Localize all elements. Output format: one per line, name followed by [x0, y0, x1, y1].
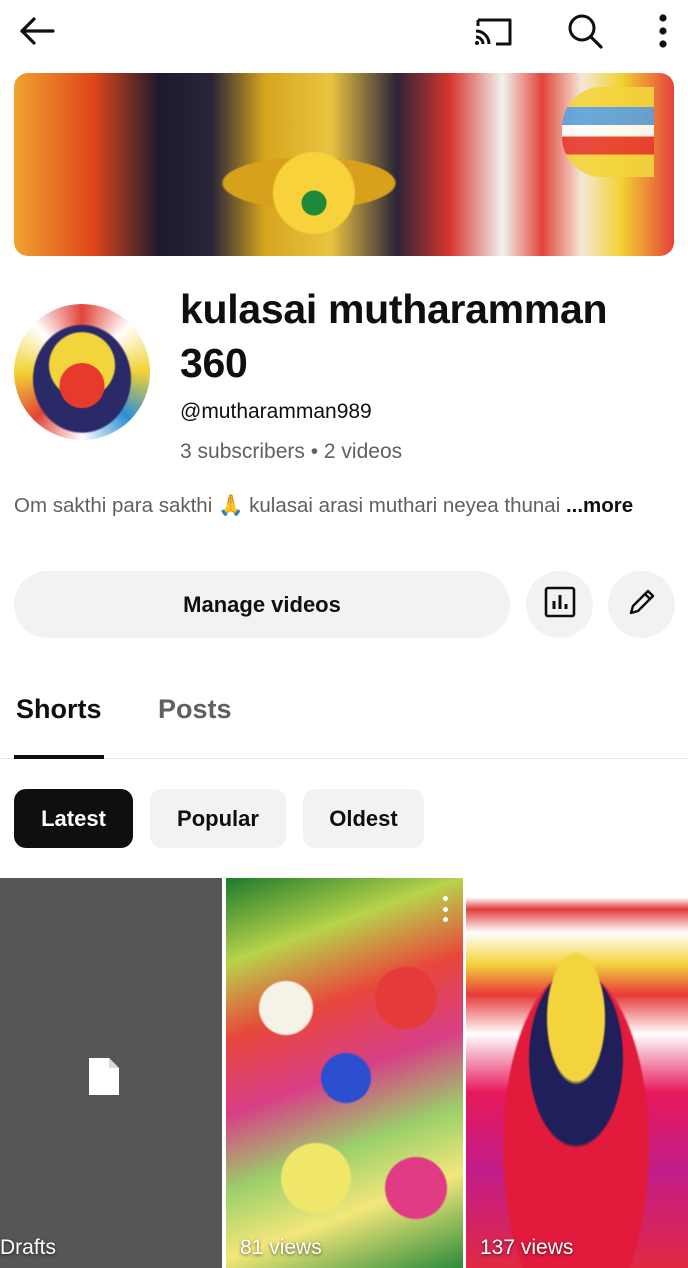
drafts-tile[interactable]: Drafts: [0, 878, 222, 1268]
channel-description[interactable]: Om sakthi para sakthi 🙏 kulasai arasi mu…: [14, 490, 654, 521]
analytics-button[interactable]: [526, 571, 593, 638]
channel-stats: 3 subscribers • 2 videos: [180, 440, 403, 463]
more-link[interactable]: ...more: [566, 494, 633, 517]
view-count: 137 views: [480, 1236, 574, 1259]
view-count: 81 views: [240, 1236, 322, 1259]
manage-videos-button[interactable]: Manage videos: [14, 571, 510, 638]
back-arrow-icon[interactable]: [14, 8, 60, 54]
more-vert-icon[interactable]: [441, 896, 449, 922]
description-text: Om sakthi para sakthi 🙏 kulasai arasi mu…: [14, 494, 561, 517]
tab-shorts[interactable]: Shorts: [16, 694, 102, 725]
tab-posts[interactable]: Posts: [158, 694, 232, 725]
more-vert-icon[interactable]: [640, 8, 686, 54]
chip-popular[interactable]: Popular: [150, 789, 286, 848]
short-thumbnail[interactable]: 81 views: [226, 878, 463, 1268]
chip-oldest[interactable]: Oldest: [303, 789, 424, 848]
short-thumbnail[interactable]: 137 views: [466, 878, 688, 1268]
pencil-icon: [625, 585, 659, 624]
chip-latest[interactable]: Latest: [14, 789, 133, 848]
tab-selected-indicator: [14, 755, 104, 759]
channel-avatar[interactable]: [14, 304, 150, 440]
search-icon[interactable]: [560, 8, 610, 54]
top-app-bar: [0, 0, 688, 62]
channel-handle: @mutharamman989: [180, 400, 372, 423]
edit-channel-button[interactable]: [608, 571, 675, 638]
drafts-label: Drafts: [0, 1236, 57, 1259]
channel-tabs: Shorts Posts: [0, 672, 688, 759]
cast-icon[interactable]: [468, 8, 518, 54]
channel-name: kulasai mutharamman 360: [180, 286, 608, 386]
banner-decoration: [562, 87, 654, 177]
analytics-icon: [543, 585, 577, 624]
channel-banner: [14, 73, 674, 256]
document-icon: [89, 1058, 119, 1095]
